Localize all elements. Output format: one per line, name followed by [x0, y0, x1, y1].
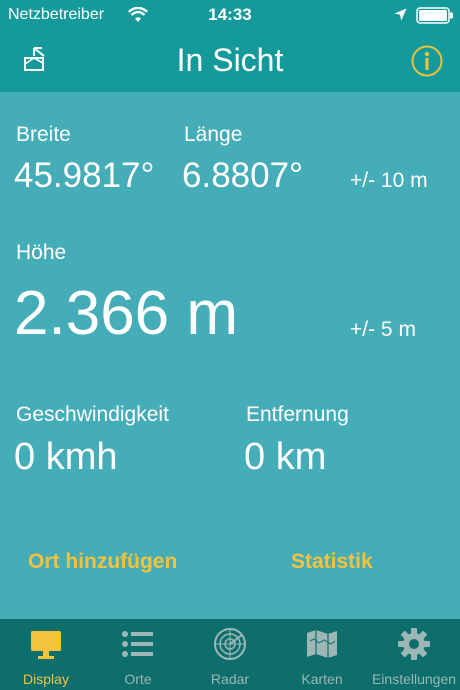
- map-icon: [307, 630, 337, 658]
- tab-display[interactable]: Display: [0, 619, 92, 690]
- status-bar: Netzbetreiber 14:33: [0, 0, 460, 30]
- latitude-label: Breite: [16, 123, 71, 146]
- speed-label: Geschwindigkeit: [16, 403, 169, 426]
- tab-label-radar: Radar: [210, 671, 250, 687]
- tab-label-display: Display: [23, 671, 69, 687]
- battery-icon: [416, 7, 453, 24]
- tab-places[interactable]: Orte: [92, 619, 184, 690]
- page-title: In Sicht: [176, 42, 284, 78]
- radar-icon: [214, 628, 246, 660]
- tab-radar[interactable]: Radar: [184, 619, 276, 690]
- location-arrow-icon: [394, 8, 407, 21]
- tab-label-settings: Einstellungen: [371, 671, 457, 687]
- tab-settings[interactable]: Einstellungen: [368, 619, 460, 690]
- monitor-icon: [31, 631, 61, 659]
- tab-label-maps: Karten: [301, 671, 343, 687]
- status-time: 14:33: [208, 5, 252, 24]
- add-place-button[interactable]: Ort hinzufügen: [28, 550, 177, 574]
- altitude-accuracy: +/- 5 m: [350, 318, 416, 341]
- altitude-label: Höhe: [16, 241, 67, 264]
- longitude-value: 6.8807°: [182, 156, 304, 195]
- top-area: Netzbetreiber 14:33 In Sicht: [0, 0, 460, 92]
- longitude-label: Länge: [184, 123, 243, 146]
- distance-value: 0 km: [244, 436, 327, 478]
- tab-maps[interactable]: Karten: [276, 619, 368, 690]
- tab-label-places: Orte: [124, 671, 152, 687]
- info-icon[interactable]: [410, 44, 444, 78]
- gear-icon: [398, 628, 430, 660]
- nav-bar: In Sicht: [0, 30, 460, 92]
- position-accuracy: +/- 10 m: [350, 169, 428, 192]
- altitude-value: 2.366 m: [14, 279, 239, 348]
- statistics-button[interactable]: Statistik: [291, 550, 373, 574]
- latitude-value: 45.9817°: [14, 156, 155, 195]
- tab-bar: Display Orte Radar Karten Einstellungen: [0, 619, 460, 690]
- list-icon: [122, 631, 153, 657]
- distance-label: Entfernung: [246, 403, 349, 426]
- speed-value: 0 kmh: [14, 436, 118, 478]
